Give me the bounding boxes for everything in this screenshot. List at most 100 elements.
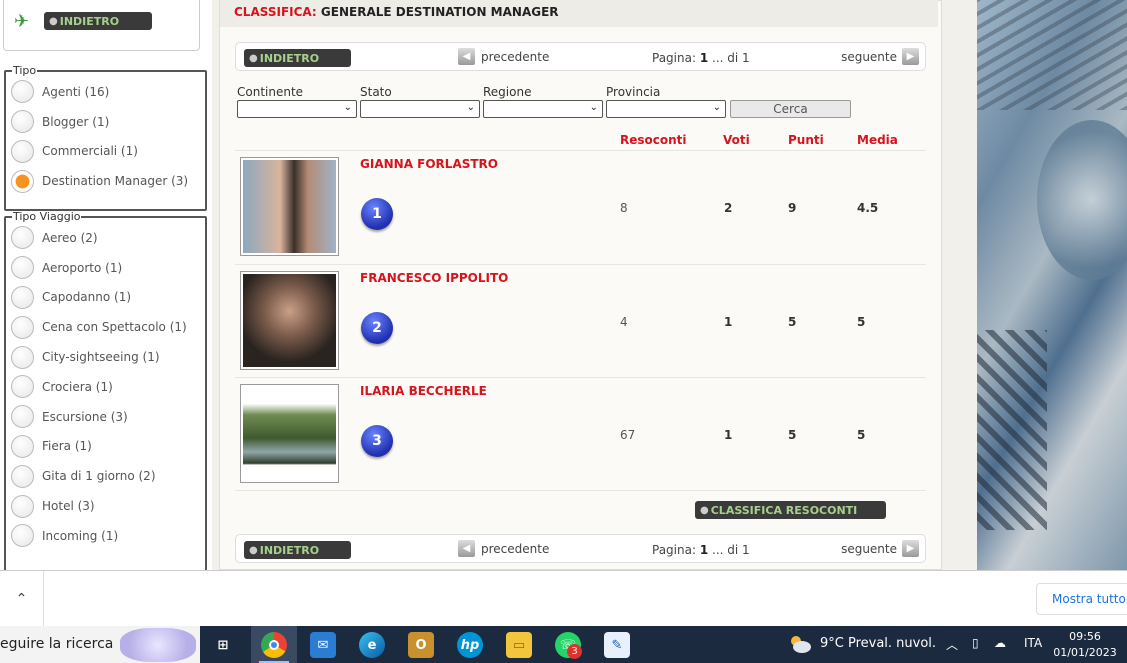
weather-cloud-icon [791, 636, 811, 653]
arrow-left-icon[interactable]: ◀ [458, 540, 475, 557]
stato-label: Stato [360, 85, 392, 99]
option-label: Aereo (2) [42, 230, 98, 245]
radio-icon[interactable] [11, 256, 34, 280]
radio-icon[interactable] [11, 464, 34, 488]
bullet-icon: ● [249, 544, 258, 556]
prev-link[interactable]: ◀ precedente [458, 48, 549, 65]
column-header-media[interactable]: Media [857, 133, 898, 147]
folder-icon[interactable]: ▭ [506, 632, 532, 658]
language-indicator[interactable]: ITA [1024, 636, 1042, 650]
stato-select[interactable]: ⌄ [360, 100, 480, 118]
option-label: Fiera (1) [42, 439, 92, 454]
page-number: 1 [699, 51, 709, 65]
title-text: GENERALE DESTINATION MANAGER [320, 5, 559, 19]
tipo-viaggio-option[interactable]: Capodanno (1) [6, 283, 205, 313]
radio-icon[interactable] [11, 285, 34, 309]
bullet-icon: ● [249, 52, 258, 64]
prev-link[interactable]: ◀ precedente [458, 540, 549, 557]
back-button-top[interactable]: ● INDIETRO [44, 12, 152, 30]
regione-select[interactable]: ⌄ [483, 100, 603, 118]
title-prefix: CLASSIFICA: [234, 5, 317, 19]
continente-select[interactable]: ⌄ [237, 100, 357, 118]
classifica-resoconti-label: CLASSIFICA RESOCONTI [710, 503, 858, 517]
arrow-right-icon[interactable]: ▶ [902, 540, 919, 557]
radio-icon[interactable] [11, 494, 34, 518]
background-texture [1037, 120, 1127, 280]
tipo-viaggio-option[interactable]: Aereo (2) [6, 223, 205, 253]
bullet-icon: ● [49, 15, 58, 27]
onedrive-cloud-icon[interactable]: ☁ [994, 636, 1006, 650]
option-label: Destination Manager (3) [42, 174, 189, 189]
device-icon[interactable]: ▯ [972, 636, 979, 650]
rank-badge: 2 [361, 312, 393, 344]
tipo-option-selected[interactable]: Destination Manager (3) [6, 166, 205, 196]
radio-icon[interactable] [11, 524, 34, 548]
avatar[interactable] [240, 271, 339, 370]
page-label: Pagina: [652, 51, 697, 65]
doc-app-icon[interactable]: ✎ [604, 632, 630, 658]
next-link[interactable]: seguente ▶ [841, 540, 919, 557]
tipo-viaggio-option[interactable]: Incoming (1) [6, 521, 205, 551]
member-name[interactable]: GIANNA FORLASTRO [360, 157, 498, 171]
background-image [977, 0, 1127, 570]
tipo-option[interactable]: Commerciali (1) [6, 137, 205, 167]
radio-icon[interactable] [11, 405, 34, 429]
tipo-viaggio-option[interactable]: Cena con Spettacolo (1) [6, 312, 205, 342]
radio-icon[interactable] [11, 434, 34, 458]
next-label: seguente [841, 49, 897, 64]
chrome-icon[interactable] [261, 632, 287, 658]
tipo-viaggio-legend: Tipo Viaggio [13, 210, 81, 223]
member-name[interactable]: ILARIA BECCHERLE [360, 384, 487, 398]
tipo-viaggio-option[interactable]: Crociera (1) [6, 372, 205, 402]
mail-icon[interactable]: ✉ [310, 632, 336, 658]
tipo-viaggio-option[interactable]: Fiera (1) [6, 432, 205, 462]
next-link[interactable]: seguente ▶ [841, 48, 919, 65]
column-header-resoconti[interactable]: Resoconti [620, 133, 687, 147]
page-total: ... di 1 [712, 543, 750, 557]
back-button[interactable]: ● INDIETRO [244, 49, 351, 67]
chevron-up-icon[interactable]: ⌃ [0, 571, 44, 627]
avatar[interactable] [240, 157, 339, 256]
page-title: CLASSIFICA: GENERALE DESTINATION MANAGER [220, 0, 938, 27]
tipo-option[interactable]: Blogger (1) [6, 107, 205, 137]
hp-icon[interactable]: hp [457, 632, 483, 658]
edge-icon[interactable]: e [359, 632, 385, 658]
radio-icon[interactable] [11, 226, 34, 250]
tipo-option[interactable]: Agenti (16) [6, 77, 205, 107]
arrow-right-icon[interactable]: ▶ [902, 48, 919, 65]
classifica-resoconti-button[interactable]: ● CLASSIFICA RESOCONTI [695, 501, 886, 519]
search-button[interactable]: Cerca [730, 100, 851, 118]
provincia-select[interactable]: ⌄ [606, 100, 726, 118]
resoconti-value: 4 [620, 315, 628, 329]
clock[interactable]: 09:56 01/01/2023 [1053, 629, 1117, 661]
option-label: Agenti (16) [42, 84, 110, 99]
tipo-viaggio-option[interactable]: Escursione (3) [6, 402, 205, 432]
tipo-viaggio-option[interactable]: Gita di 1 giorno (2) [6, 461, 205, 491]
member-name[interactable]: FRANCESCO IPPOLITO [360, 271, 508, 285]
option-label: Gita di 1 giorno (2) [42, 469, 156, 484]
tipo-viaggio-option[interactable]: Hotel (3) [6, 491, 205, 521]
radio-selected-icon[interactable] [11, 169, 34, 193]
avatar[interactable] [240, 384, 339, 483]
tipo-viaggio-option[interactable]: City-sightseeing (1) [6, 342, 205, 372]
column-header-voti[interactable]: Voti [723, 133, 750, 147]
radio-icon[interactable] [11, 345, 34, 369]
chevron-up-tray-icon[interactable]: ︿ [946, 636, 958, 653]
column-header-punti[interactable]: Punti [788, 133, 824, 147]
tipo-filter: Tipo Agenti (16) Blogger (1) Commerciali… [4, 64, 207, 211]
radio-icon[interactable] [11, 375, 34, 399]
tipo-viaggio-option[interactable]: Aeroporto (1) [6, 253, 205, 283]
back-button[interactable]: ● INDIETRO [244, 541, 351, 559]
page-indicator: Pagina: 1 ... di 1 [652, 51, 750, 65]
taskbar-search[interactable]: eguire la ricerca [0, 626, 200, 663]
task-view-icon[interactable]: ⊞ [210, 632, 236, 658]
arrow-left-icon[interactable]: ◀ [458, 48, 475, 65]
outlook-icon[interactable]: O [408, 632, 434, 658]
weather-text[interactable]: 9°C Preval. nuvol. [820, 636, 936, 651]
radio-icon[interactable] [11, 315, 34, 339]
palm-logo-icon: ✈ [14, 11, 30, 32]
radio-icon[interactable] [11, 80, 34, 104]
radio-icon[interactable] [11, 139, 34, 163]
show-all-button[interactable]: Mostra tutto [1036, 583, 1127, 615]
radio-icon[interactable] [11, 110, 34, 134]
